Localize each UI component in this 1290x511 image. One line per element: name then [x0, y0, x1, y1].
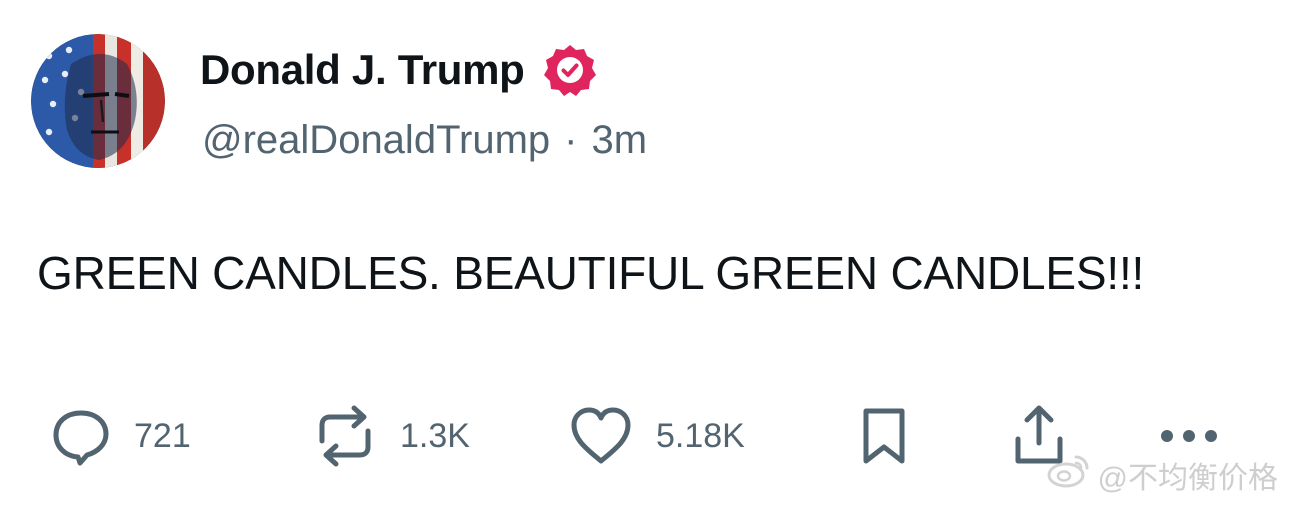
- heart-icon: [568, 405, 634, 467]
- post-timestamp[interactable]: 3m: [591, 118, 647, 163]
- verified-badge-icon: [543, 43, 597, 97]
- author-display-name[interactable]: Donald J. Trump: [200, 46, 525, 94]
- repost-arrows-icon: [312, 403, 378, 469]
- author-handle[interactable]: @realDonaldTrump: [202, 118, 550, 163]
- weibo-logo-icon: [1046, 453, 1090, 497]
- avatar-image: [31, 34, 165, 168]
- bookmark-icon: [858, 405, 910, 467]
- avatar[interactable]: [31, 34, 165, 168]
- post-card: Donald J. Trump @realDonaldTrump · 3m GR…: [0, 0, 1290, 511]
- repost-button[interactable]: 1.3K: [312, 398, 470, 474]
- speech-bubble-icon: [50, 405, 112, 467]
- author-meta-row: @realDonaldTrump · 3m: [202, 112, 647, 168]
- repost-count: 1.3K: [400, 416, 470, 455]
- watermark-text: @不均衡价格: [1097, 462, 1278, 495]
- meta-separator: ·: [564, 117, 578, 162]
- watermark: @不均衡价格: [1046, 453, 1278, 497]
- ellipsis-icon: [1158, 426, 1220, 446]
- like-count: 5.18K: [656, 416, 745, 455]
- like-button[interactable]: 5.18K: [568, 398, 745, 474]
- reply-count: 721: [134, 416, 191, 455]
- post-text: GREEN CANDLES. BEAUTIFUL GREEN CANDLES!!…: [37, 247, 1145, 299]
- bookmark-button[interactable]: [858, 398, 910, 474]
- author-name-row: Donald J. Trump: [200, 40, 597, 100]
- reply-button[interactable]: 721: [50, 398, 191, 474]
